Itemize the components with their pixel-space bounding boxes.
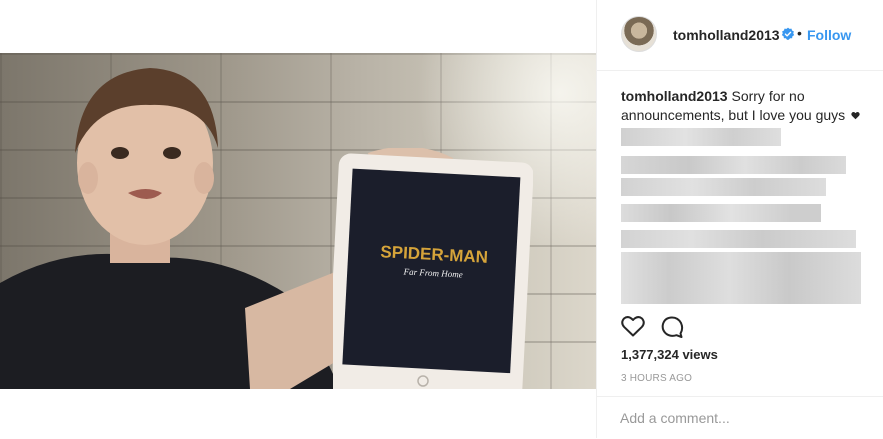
- follow-button[interactable]: Follow: [807, 27, 851, 43]
- video-player[interactable]: SPIDER-MAN Far From Home: [0, 53, 596, 389]
- separator-dot: •: [797, 25, 802, 41]
- post-media: SPIDER-MAN Far From Home: [0, 0, 596, 438]
- blurred-comment-line: [621, 230, 856, 248]
- post-sidebar: tomholland2013 • Follow tomholland2013 S…: [596, 0, 883, 438]
- person-figure: [0, 68, 350, 389]
- blurred-comment-block: [621, 252, 861, 304]
- timestamp[interactable]: 3 HOURS AGO: [621, 373, 692, 384]
- blurred-comment-line: [621, 204, 821, 222]
- blurred-comment-line: [621, 156, 846, 174]
- caption: tomholland2013 Sorry for no announcement…: [621, 87, 871, 125]
- blurred-comment-line: [621, 178, 826, 196]
- caption-username[interactable]: tomholland2013: [621, 88, 728, 104]
- verified-badge-icon: [781, 27, 795, 40]
- blurred-comment-line: [621, 128, 781, 146]
- view-count[interactable]: 1,377,324 views: [621, 347, 718, 362]
- speech-bubble-icon[interactable]: [660, 315, 684, 339]
- username-link[interactable]: tomholland2013: [673, 27, 780, 43]
- heart-outline-icon[interactable]: [621, 315, 645, 337]
- heart-emoji-icon: [851, 111, 860, 120]
- comment-input[interactable]: [620, 410, 860, 426]
- tablet-device: SPIDER-MAN Far From Home: [333, 148, 533, 389]
- avatar[interactable]: [621, 16, 657, 52]
- post-header: tomholland2013 • Follow: [597, 0, 883, 71]
- comment-box: [597, 396, 883, 439]
